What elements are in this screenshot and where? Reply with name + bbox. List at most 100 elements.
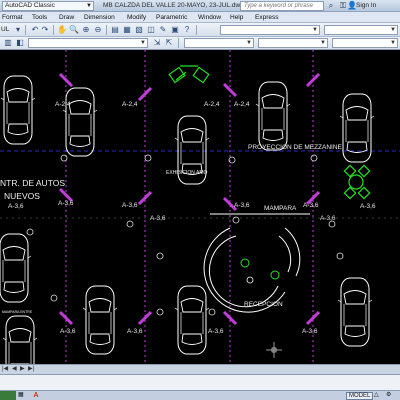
menu-parametric[interactable]: Parametric	[156, 12, 187, 23]
document-title: MB CALZDA DEL VALLE 20-MAYO, 23-JUL.dwg	[103, 2, 244, 9]
sign-in-link[interactable]: Sign In	[356, 1, 376, 11]
car-block[interactable]	[255, 81, 291, 151]
reception-desk-block[interactable]	[203, 227, 301, 313]
command-line[interactable]	[0, 374, 400, 390]
redo-icon[interactable]: ↷	[40, 25, 50, 35]
car-block[interactable]	[0, 233, 32, 303]
car-block[interactable]	[82, 285, 118, 355]
calculator-icon[interactable]: ▣	[170, 25, 180, 35]
car-block[interactable]	[337, 277, 373, 347]
menu-format[interactable]: Format	[2, 12, 23, 23]
column-label: A-2,4	[122, 101, 138, 108]
status-bar: A ▦ MODEL △ ⚙	[0, 390, 400, 400]
lounge-furniture-block[interactable]	[168, 65, 210, 84]
car-block[interactable]	[62, 87, 98, 157]
standard-toolbar: UL ▾ ↶ ↷ ✋ 🔍 ⊕ ⊖ ▤ ▦ ▧ ◫ ✎ ▣ ? ▼ ▼	[0, 23, 400, 37]
toolbar-separator	[53, 25, 54, 35]
sheet-set-icon[interactable]: ◫	[146, 25, 156, 35]
column-label: A-2,4	[204, 101, 220, 108]
layers-toolbar: ▥ ◧ ▼ ⇲ ⇱ ▼ ▼ ▼	[0, 37, 400, 50]
autocad-app-icon[interactable]: A	[30, 391, 42, 400]
table-with-chairs-block[interactable]	[343, 164, 371, 200]
windows-start-icon[interactable]	[0, 391, 16, 400]
tool-palettes-icon[interactable]: ▧	[134, 25, 144, 35]
workspace-label: AutoCAD Classic	[5, 2, 55, 9]
new-cars-label: NUEVOS	[4, 191, 40, 201]
menu-tools[interactable]: Tools	[32, 12, 47, 23]
car-block[interactable]	[339, 93, 375, 163]
layer-properties-icon[interactable]: ▥	[3, 38, 13, 48]
menu-express[interactable]: Express	[255, 12, 278, 23]
column-label: A-3,6	[208, 328, 224, 335]
dim-style-dropdown[interactable]: ▼	[324, 25, 398, 35]
lineweight-dropdown[interactable]: ▼	[332, 38, 398, 48]
layer-previous-icon[interactable]: ⇱	[164, 38, 174, 48]
help-icon[interactable]: ?	[182, 25, 192, 35]
layer-dropdown[interactable]: ▼	[28, 38, 148, 48]
workspace-dropdown[interactable]: AutoCAD Classic ▼	[2, 1, 94, 11]
column-mark	[305, 310, 321, 326]
toolbar-separator	[25, 25, 26, 35]
make-current-icon[interactable]: ⇲	[152, 38, 162, 48]
layer-state-icon[interactable]: ◧	[15, 38, 25, 48]
menu-help[interactable]: Help	[230, 12, 243, 23]
chevron-down-icon: ▼	[390, 27, 396, 33]
search-icon[interactable]: ⌕	[326, 1, 336, 11]
properties-icon[interactable]: ▤	[110, 25, 120, 35]
markup-icon[interactable]: ✎	[158, 25, 168, 35]
menu-window[interactable]: Window	[198, 12, 221, 23]
next-tab-icon[interactable]: ▶	[20, 365, 25, 374]
chevron-down-icon: ▼	[140, 40, 146, 46]
column-mark	[58, 310, 74, 326]
reception-label: RECEPCION	[244, 301, 283, 308]
column-label: A-3,6	[58, 200, 74, 207]
exhibition-label: EXHIBICION AMO	[166, 170, 208, 176]
menu-modify[interactable]: Modify	[127, 12, 146, 23]
model-space-toggle[interactable]: MODEL	[346, 392, 374, 400]
text-style-dropdown[interactable]: ▼	[220, 25, 320, 35]
column-label: A-3,6	[122, 202, 138, 209]
chevron-down-icon: ▼	[390, 40, 396, 46]
partition-label: MAMPARA	[264, 205, 297, 212]
annotation-scale-icon[interactable]: △	[374, 391, 379, 400]
column-label: A-3,6	[127, 328, 143, 335]
column-label: A-3,6	[234, 202, 250, 209]
toolbar-separator	[178, 38, 179, 48]
title-bar: AutoCAD Classic ▼ MB CALZDA DEL VALLE 20…	[0, 0, 400, 12]
first-tab-icon[interactable]: |◀	[2, 365, 8, 374]
color-dropdown[interactable]: ▼	[184, 38, 254, 48]
zoom-window-icon[interactable]: ⊕	[81, 25, 91, 35]
column-label: A-3,6	[320, 215, 336, 222]
workspace-switch-icon[interactable]: ⚙	[386, 391, 391, 400]
car-block[interactable]	[174, 285, 210, 355]
column-label: A-3,6	[360, 203, 376, 210]
chevron-down-icon[interactable]: ▾	[13, 25, 23, 35]
crosshair-cursor	[266, 342, 282, 358]
car-block[interactable]	[0, 75, 36, 145]
pan-icon[interactable]: ✋	[57, 25, 67, 35]
previous-tab-icon[interactable]: ◀	[12, 365, 17, 374]
snap-icon[interactable]: ▦	[18, 391, 24, 400]
menu-bar: Format Tools Draw Dimension Modify Param…	[0, 12, 400, 23]
zoom-realtime-icon[interactable]: 🔍	[69, 25, 79, 35]
partition-note-label: MAMPARA ENTRE	[2, 310, 33, 314]
toolbar-separator	[106, 25, 107, 35]
search-input[interactable]: Type a keyword or phrase	[240, 1, 324, 11]
car-block[interactable]	[2, 315, 38, 364]
drawing-svg[interactable]: A-2,4 A-2,4 A-2,4 A-2,4 A-3,6 A-3,6 A-3,…	[0, 50, 400, 364]
linetype-dropdown[interactable]: ▼	[258, 38, 328, 48]
menu-draw[interactable]: Draw	[59, 12, 74, 23]
undo-icon[interactable]: ↶	[30, 25, 40, 35]
drawing-canvas[interactable]: A-2,4 A-2,4 A-2,4 A-2,4 A-3,6 A-3,6 A-3,…	[0, 50, 400, 364]
mezzanine-label: PROYECCION DE MEZZANINE	[248, 144, 343, 151]
toolbar-separator	[196, 25, 197, 35]
last-tab-icon[interactable]: ▶|	[28, 365, 34, 374]
column-label: A-3,6	[150, 215, 166, 222]
chevron-down-icon: ▼	[312, 27, 318, 33]
design-center-icon[interactable]: ▦	[122, 25, 132, 35]
menu-dimension[interactable]: Dimension	[84, 12, 115, 23]
column-label: A-2,4	[234, 101, 250, 108]
zoom-previous-icon[interactable]: ⊖	[93, 25, 103, 35]
layout-tabs-bar: |◀ ◀ ▶ ▶|	[0, 364, 400, 374]
chevron-down-icon: ▼	[320, 40, 326, 46]
